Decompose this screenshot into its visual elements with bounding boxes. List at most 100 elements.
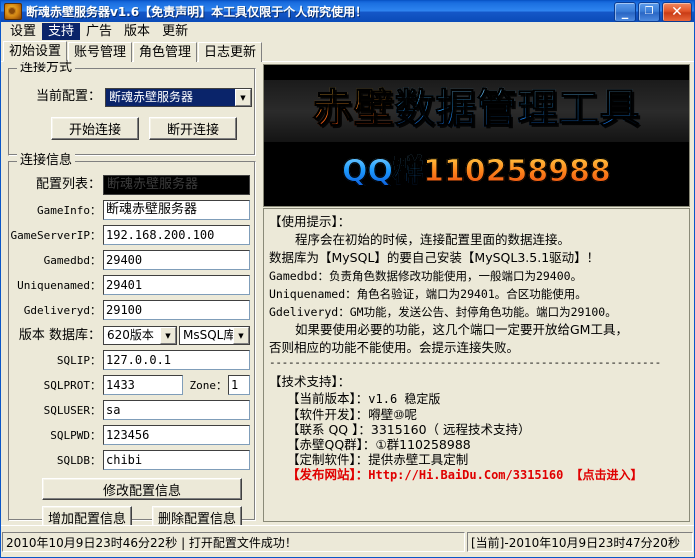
gamedbd-input[interactable]: 29400 xyxy=(103,250,250,270)
sqlip-input[interactable]: 127.0.0.1 xyxy=(103,350,250,370)
support-block: 【当前版本】：v1.6 稳定版 【软件开发】：嘚壁⑩呢 【联系 QQ 】：331… xyxy=(269,391,684,483)
menu-bar: 设置 支持 广告 版本 更新 xyxy=(1,22,694,41)
banner-qq-line: QQ群110258988 xyxy=(264,153,689,191)
chevron-down-icon-version[interactable]: ▼ xyxy=(160,327,176,344)
current-config-value: 断魂赤壁服务器 xyxy=(106,89,235,106)
gameinfo-input[interactable]: 断魂赤壁服务器 xyxy=(103,200,250,220)
banner-qq-number: 110258988 xyxy=(423,154,611,189)
support-key-custom: 【定制软件】： xyxy=(287,452,368,467)
window-title: 断魂赤壁服务器v1.6【免责声明】本工具仅限于个人研究使用！ xyxy=(26,3,367,20)
support-row-qqgroup: 【赤壁QQ群】：①群110258988 xyxy=(287,437,684,452)
menu-item-support[interactable]: 支持 xyxy=(42,23,80,40)
status-left-panel: 2010年10月9日23时46分22秒 | 打开配置文件成功！ xyxy=(2,532,465,552)
gdeliveryd-label: Gdeliveryd： xyxy=(9,304,101,318)
sqlprot-label: SQLPROT： xyxy=(9,379,101,393)
connection-info-title: 连接信息 xyxy=(17,154,75,168)
sqlpwd-label: SQLPWD： xyxy=(9,429,101,443)
banner-title-blue: 数据管理工具 xyxy=(395,86,641,132)
menu-item-update[interactable]: 更新 xyxy=(156,23,194,40)
sqlprot-input[interactable]: 1433 xyxy=(103,375,183,395)
support-key-website: 【发布网站】： xyxy=(287,467,368,482)
tab-account-management[interactable]: 账号管理 xyxy=(68,42,132,62)
maximize-button[interactable]: ❐ xyxy=(638,2,660,22)
sqlpwd-input[interactable]: 123456 xyxy=(103,425,250,445)
gameserverip-label: GameServerIP： xyxy=(9,229,101,243)
info-text-panel: 【使用提示】： 程序会在初始的时候，连接配置里面的数据连接。 数据库为【MySQ… xyxy=(263,208,690,522)
database-value: MsSQL库 xyxy=(180,328,233,343)
sqluser-input[interactable]: sa xyxy=(103,400,250,420)
title-bar: 断魂赤壁服务器v1.6【免责声明】本工具仅限于个人研究使用！ _ ❐ ✕ xyxy=(1,1,694,22)
support-row-version: 【当前版本】：v1.6 稳定版 xyxy=(287,391,684,407)
banner-qq-label: QQ群 xyxy=(342,154,423,189)
config-list-label: 配置列表： xyxy=(13,178,101,192)
modify-config-button[interactable]: 修改配置信息 xyxy=(42,478,242,500)
window-controls: _ ❐ ✕ xyxy=(614,2,692,22)
connection-info-group: 连接信息 配置列表： 断魂赤壁服务器 GameInfo： 断魂赤壁服务器 Gam… xyxy=(8,161,256,521)
sqlpwd-value: 123456 xyxy=(106,428,149,442)
support-key-version: 【当前版本】： xyxy=(287,391,368,406)
info-line-1: 程序会在初始的时候，连接配置里面的数据连接。 xyxy=(269,231,684,249)
zone-input[interactable]: 1 xyxy=(228,375,250,395)
gdeliveryd-value: 29100 xyxy=(106,303,142,317)
version-db-label: 版本 数据库： xyxy=(11,329,101,343)
chevron-down-icon-db[interactable]: ▼ xyxy=(233,327,249,344)
gamedbd-value: 29400 xyxy=(106,253,142,267)
sqlip-label: SQLIP： xyxy=(9,354,101,368)
support-row-website[interactable]: 【发布网站】：Http://Hi.BaiDu.Com/3315160 【点击进入… xyxy=(287,467,684,483)
support-value-version: v1.6 稳定版 xyxy=(368,392,440,406)
gameinfo-label: GameInfo： xyxy=(13,204,101,218)
gdeliveryd-input[interactable]: 29100 xyxy=(103,300,250,320)
uniquenamed-value: 29401 xyxy=(106,278,142,292)
gamedbd-label: Gamedbd： xyxy=(9,254,101,268)
version-combobox[interactable]: 620版本 ▼ xyxy=(103,326,177,345)
support-row-qq: 【联系 QQ 】：3315160（ 远程技术支持） xyxy=(287,422,684,437)
sqldb-input[interactable]: chibi xyxy=(103,450,250,470)
info-line-7: 否则相应的功能不能使用。会提示连接失败。 xyxy=(269,339,684,357)
info-line-5: Gdeliveryd：GM功能，发送公告、封停角色功能。端口为29100。 xyxy=(269,303,684,321)
info-line-2: 数据库为【MySQL】的要自己安装【MySQL3.5.1驱动】！ xyxy=(269,249,684,267)
database-combobox[interactable]: MsSQL库 ▼ xyxy=(179,326,250,345)
maximize-icon: ❐ xyxy=(639,3,659,21)
sqldb-label: SQLDB： xyxy=(9,454,101,468)
info-line-6: 如果要使用必要的功能，这几个端口一定要开放给GM工具， xyxy=(269,321,684,339)
support-key-qq: 【联系 QQ 】： xyxy=(287,422,371,437)
minimize-button[interactable]: _ xyxy=(614,2,636,22)
support-row-developer: 【软件开发】：嘚壁⑩呢 xyxy=(287,407,684,422)
close-button[interactable]: ✕ xyxy=(662,2,692,22)
support-key-developer: 【软件开发】： xyxy=(287,407,368,422)
config-list-box[interactable]: 断魂赤壁服务器 xyxy=(103,175,250,195)
info-line-4: Uniquenamed：角色名验证，端口为29401。合区功能使用。 xyxy=(269,285,684,303)
support-value-qq: 3315160（ 远程技术支持） xyxy=(371,422,531,437)
gameserverip-value: 192.168.200.100 xyxy=(106,228,214,242)
current-config-label: 当前配置： xyxy=(27,90,101,104)
gameserverip-input[interactable]: 192.168.200.100 xyxy=(103,225,250,245)
stop-connection-button[interactable]: 断开连接 xyxy=(149,117,237,140)
tips-heading: 【使用提示】： xyxy=(269,213,684,231)
menu-item-version[interactable]: 版本 xyxy=(118,23,156,40)
gameinfo-value: 断魂赤壁服务器 xyxy=(106,202,197,217)
close-icon: ✕ xyxy=(663,3,691,21)
version-value: 620版本 xyxy=(104,328,160,343)
support-value-website[interactable]: Http://Hi.BaiDu.Com/3315160 【点击进入】 xyxy=(368,468,642,482)
right-panel: 赤壁数据管理工具 QQ群110258988 【使用提示】： 程序会在初始的时候，… xyxy=(263,62,690,522)
current-config-combobox[interactable]: 断魂赤壁服务器 ▼ xyxy=(105,88,252,107)
tab-role-management[interactable]: 角色管理 xyxy=(133,42,197,62)
support-value-developer: 嘚壁⑩呢 xyxy=(368,407,417,422)
support-value-qqgroup: ①群110258988 xyxy=(375,437,470,452)
chevron-down-icon[interactable]: ▼ xyxy=(235,89,251,106)
tab-initial-setup[interactable]: 初始设置 xyxy=(3,41,67,62)
start-connection-button[interactable]: 开始连接 xyxy=(51,117,139,140)
uniquenamed-input[interactable]: 29401 xyxy=(103,275,250,295)
sqlprot-value: 1433 xyxy=(106,378,135,392)
status-right-panel: [当前]-2010年10月9日23时47分20秒 xyxy=(467,532,693,552)
sqldb-value: chibi xyxy=(106,453,142,467)
menu-item-ads[interactable]: 广告 xyxy=(80,23,118,40)
tab-log-update[interactable]: 日志更新 xyxy=(198,42,262,62)
connection-mode-group: 连接方式 当前配置： 断魂赤壁服务器 ▼ 开始连接 断开连接 xyxy=(8,68,256,156)
support-key-qqgroup: 【赤壁QQ群】： xyxy=(287,437,375,452)
support-heading: 【技术支持】： xyxy=(269,373,684,391)
zone-label: Zone： xyxy=(185,379,227,393)
menu-item-settings[interactable]: 设置 xyxy=(4,23,42,40)
info-line-3: Gamedbd：负责角色数据修改功能使用，一般端口为29400。 xyxy=(269,267,684,285)
connection-mode-title: 连接方式 xyxy=(17,61,75,75)
